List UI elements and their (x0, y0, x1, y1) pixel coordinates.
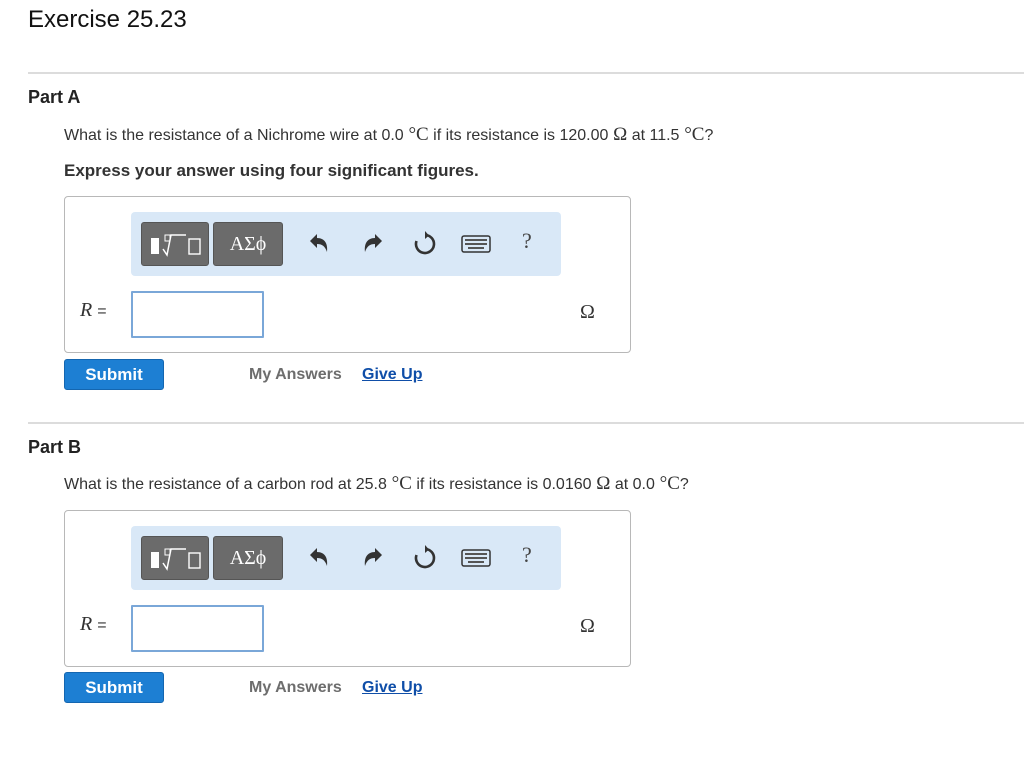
give-up-link[interactable]: Give Up (362, 679, 422, 697)
part-a-instruction: Express your answer using four significa… (64, 161, 479, 180)
greek-letters-button[interactable]: ΑΣϕ (213, 536, 283, 580)
variable-label: R = (80, 613, 107, 635)
part-b-answer-box: ΑΣϕ ? R = Ω (64, 510, 631, 667)
my-answers-button[interactable]: My Answers (249, 366, 342, 384)
reset-icon[interactable] (411, 544, 439, 572)
part-a-answer-box: ΑΣϕ ? R = Ω (64, 196, 631, 353)
greek-letters-button[interactable]: ΑΣϕ (213, 222, 283, 266)
keyboard-icon[interactable] (461, 546, 491, 570)
undo-icon[interactable] (305, 230, 333, 258)
answer-input[interactable] (131, 605, 264, 652)
math-toolbar: ΑΣϕ ? (131, 526, 561, 590)
divider (28, 72, 1024, 74)
undo-icon[interactable] (305, 544, 333, 572)
templates-button[interactable] (141, 536, 209, 580)
help-button[interactable]: ? (522, 542, 532, 568)
my-answers-button[interactable]: My Answers (249, 679, 342, 697)
redo-icon[interactable] (359, 544, 387, 572)
reset-icon[interactable] (411, 230, 439, 258)
help-button[interactable]: ? (522, 228, 532, 254)
keyboard-icon[interactable] (461, 232, 491, 256)
variable-label: R = (80, 299, 107, 321)
redo-icon[interactable] (359, 230, 387, 258)
part-b-title: Part B (28, 437, 82, 457)
part-b-question: What is the resistance of a carbon rod a… (64, 473, 689, 494)
exercise-title: Exercise 25.23 (28, 6, 187, 33)
math-toolbar: ΑΣϕ ? (131, 212, 561, 276)
divider (28, 422, 1024, 424)
templates-button[interactable] (141, 222, 209, 266)
submit-button[interactable]: Submit (64, 359, 164, 390)
unit-label: Ω (580, 615, 595, 637)
part-a-title: Part A (28, 87, 81, 107)
answer-input[interactable] (131, 291, 264, 338)
unit-label: Ω (580, 301, 595, 323)
give-up-link[interactable]: Give Up (362, 366, 422, 384)
templates-icon (151, 548, 201, 571)
templates-icon (151, 234, 201, 257)
submit-button[interactable]: Submit (64, 672, 164, 703)
part-a-question: What is the resistance of a Nichrome wir… (64, 124, 714, 145)
